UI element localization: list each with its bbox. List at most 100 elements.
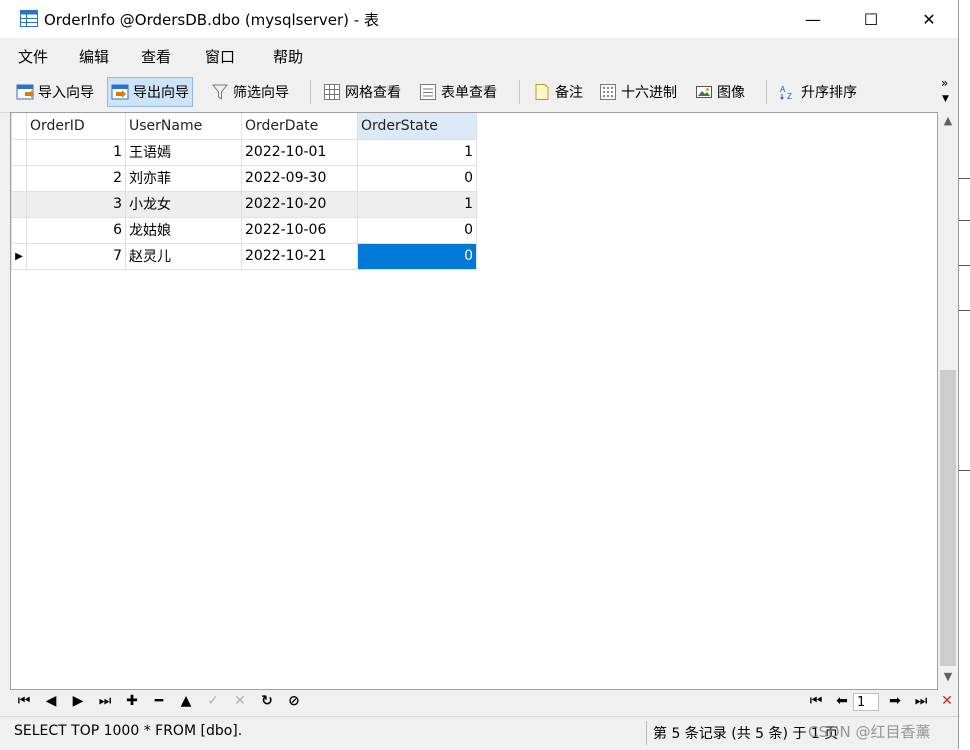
cell-orderstate[interactable]: 0 bbox=[357, 216, 477, 244]
title-bar: OrderInfo @OrdersDB.dbo (mysqlserver) - … bbox=[0, 0, 958, 38]
page-settings-icon[interactable]: ✕ bbox=[937, 693, 957, 709]
first-record-icon[interactable]: ⏮ bbox=[14, 693, 34, 709]
edit-record-icon[interactable]: ▲ bbox=[176, 693, 196, 709]
current-row-marker-icon[interactable]: ▶ bbox=[11, 242, 27, 270]
image-label: 图像 bbox=[717, 85, 745, 101]
cell-username[interactable]: 王语嫣 bbox=[125, 138, 242, 166]
image-button[interactable]: 图像 bbox=[692, 77, 748, 107]
cell-orderdate[interactable]: 2022-10-01 bbox=[241, 138, 358, 166]
status-separator bbox=[646, 721, 647, 745]
grid-view-label: 网格查看 bbox=[345, 85, 401, 101]
column-header-orderid[interactable]: OrderID bbox=[26, 113, 126, 140]
last-record-icon[interactable]: ⏭ bbox=[95, 693, 115, 709]
toolbar-separator bbox=[519, 80, 520, 104]
vertical-scrollbar[interactable]: ▲ ▼ bbox=[938, 112, 958, 690]
scroll-down-icon[interactable]: ▼ bbox=[938, 670, 958, 688]
cell-orderid[interactable]: 3 bbox=[26, 190, 126, 218]
table-row[interactable]: 1 王语嫣 2022-10-01 1 bbox=[11, 138, 477, 166]
next-record-icon[interactable]: ▶ bbox=[68, 693, 88, 709]
table-row[interactable]: 3 小龙女 2022-10-20 1 bbox=[11, 190, 477, 218]
column-header-orderdate[interactable]: OrderDate bbox=[241, 113, 358, 140]
table-row[interactable]: 6 龙姑娘 2022-10-06 0 bbox=[11, 216, 477, 244]
apply-changes-icon[interactable]: ✓ bbox=[203, 693, 223, 709]
menu-bar: 文件 编辑 查看 窗口 帮助 bbox=[0, 38, 958, 72]
row-header-corner bbox=[11, 113, 27, 140]
memo-label: 备注 bbox=[555, 85, 583, 101]
menu-view[interactable]: 查看 bbox=[141, 46, 171, 67]
scrollbar-thumb[interactable] bbox=[940, 370, 956, 666]
cell-orderdate[interactable]: 2022-10-06 bbox=[241, 216, 358, 244]
previous-record-icon[interactable]: ◀ bbox=[41, 693, 61, 709]
menu-window[interactable]: 窗口 bbox=[205, 46, 235, 67]
stop-icon[interactable]: ⊘ bbox=[284, 693, 304, 709]
first-page-icon[interactable]: ⏮ bbox=[806, 693, 826, 709]
table-viewer-window: OrderInfo @OrdersDB.dbo (mysqlserver) - … bbox=[0, 0, 959, 750]
toolbar-overflow-icon[interactable]: » bbox=[941, 76, 948, 90]
filter-wizard-button[interactable]: 筛选向导 bbox=[208, 77, 292, 107]
data-table: OrderID UserName OrderDate OrderState 1 … bbox=[11, 113, 477, 270]
last-page-icon[interactable]: ⏭ bbox=[911, 693, 931, 709]
cell-orderid[interactable]: 2 bbox=[26, 164, 126, 192]
menu-file[interactable]: 文件 bbox=[18, 46, 48, 67]
previous-page-icon[interactable]: ⬅ bbox=[832, 693, 852, 709]
menu-help[interactable]: 帮助 bbox=[273, 46, 303, 67]
grid-icon bbox=[324, 84, 340, 100]
cell-orderid[interactable]: 6 bbox=[26, 216, 126, 244]
import-icon bbox=[16, 84, 34, 100]
sort-ascending-button[interactable]: A Z 升序排序 bbox=[776, 77, 860, 107]
cell-orderstate[interactable]: 0 bbox=[357, 164, 477, 192]
table-row[interactable]: 2 刘亦菲 2022-09-30 0 bbox=[11, 164, 477, 192]
close-button[interactable]: ✕ bbox=[900, 0, 958, 38]
grid-view-button[interactable]: 网格查看 bbox=[320, 77, 404, 107]
cell-orderid[interactable]: 7 bbox=[26, 242, 126, 270]
cell-orderdate[interactable]: 2022-09-30 bbox=[241, 164, 358, 192]
page-number-input[interactable]: 1 bbox=[853, 693, 879, 711]
row-header[interactable] bbox=[11, 138, 27, 166]
toolbar-dropdown-icon[interactable]: ▼ bbox=[942, 94, 949, 104]
cell-orderstate[interactable]: 1 bbox=[357, 190, 477, 218]
table-row[interactable]: ▶ 7 赵灵儿 2022-10-21 0 bbox=[11, 242, 477, 270]
export-wizard-button[interactable]: 导出向导 bbox=[107, 77, 193, 107]
memo-button[interactable]: 备注 bbox=[530, 77, 586, 107]
window-title: OrderInfo @OrdersDB.dbo (mysqlserver) - … bbox=[44, 11, 379, 29]
table-icon bbox=[20, 10, 38, 27]
row-header[interactable] bbox=[11, 216, 27, 244]
form-view-button[interactable]: 表单查看 bbox=[416, 77, 500, 107]
cell-orderdate[interactable]: 2022-10-20 bbox=[241, 190, 358, 218]
hex-label: 十六进制 bbox=[621, 85, 677, 101]
maximize-button[interactable]: ☐ bbox=[842, 0, 900, 38]
export-wizard-label: 导出向导 bbox=[133, 85, 189, 101]
column-header-orderstate[interactable]: OrderState bbox=[357, 113, 477, 140]
cell-username[interactable]: 刘亦菲 bbox=[125, 164, 242, 192]
filter-icon bbox=[211, 84, 229, 100]
column-header-username[interactable]: UserName bbox=[125, 113, 242, 140]
export-icon bbox=[111, 84, 129, 100]
row-header[interactable] bbox=[11, 164, 27, 192]
cell-orderdate[interactable]: 2022-10-21 bbox=[241, 242, 358, 270]
cell-orderid[interactable]: 1 bbox=[26, 138, 126, 166]
import-wizard-button[interactable]: 导入向导 bbox=[13, 77, 97, 107]
cell-username[interactable]: 龙姑娘 bbox=[125, 216, 242, 244]
status-sql-text: SELECT TOP 1000 * FROM [dbo]. bbox=[14, 723, 243, 739]
minimize-button[interactable]: — bbox=[784, 0, 842, 38]
add-record-icon[interactable]: ✚ bbox=[122, 693, 142, 709]
next-page-icon[interactable]: ➡ bbox=[885, 693, 905, 709]
menu-edit[interactable]: 编辑 bbox=[79, 46, 109, 67]
refresh-icon[interactable]: ↻ bbox=[257, 693, 277, 709]
cell-username[interactable]: 小龙女 bbox=[125, 190, 242, 218]
toolbar-separator bbox=[766, 80, 767, 104]
delete-record-icon[interactable]: ━ bbox=[149, 693, 169, 709]
record-navigator: ⏮ ◀ ▶ ⏭ ✚ ━ ▲ ✓ ✕ ↻ ⊘ ⏮ ⬅ 1 ➡ ⏭ ✕ bbox=[0, 690, 958, 716]
cell-username[interactable]: 赵灵儿 bbox=[125, 242, 242, 270]
cell-orderstate-selected[interactable]: 0 bbox=[357, 242, 477, 270]
cell-orderstate[interactable]: 1 bbox=[357, 138, 477, 166]
form-view-label: 表单查看 bbox=[441, 85, 497, 101]
memo-icon bbox=[535, 84, 549, 100]
header-row: OrderID UserName OrderDate OrderState bbox=[11, 113, 477, 140]
data-grid[interactable]: OrderID UserName OrderDate OrderState 1 … bbox=[10, 112, 938, 690]
discard-changes-icon[interactable]: ✕ bbox=[230, 693, 250, 709]
scroll-up-icon[interactable]: ▲ bbox=[938, 114, 958, 132]
row-header[interactable] bbox=[11, 190, 27, 218]
filter-wizard-label: 筛选向导 bbox=[233, 85, 289, 101]
hex-button[interactable]: 十六进制 bbox=[596, 77, 680, 107]
